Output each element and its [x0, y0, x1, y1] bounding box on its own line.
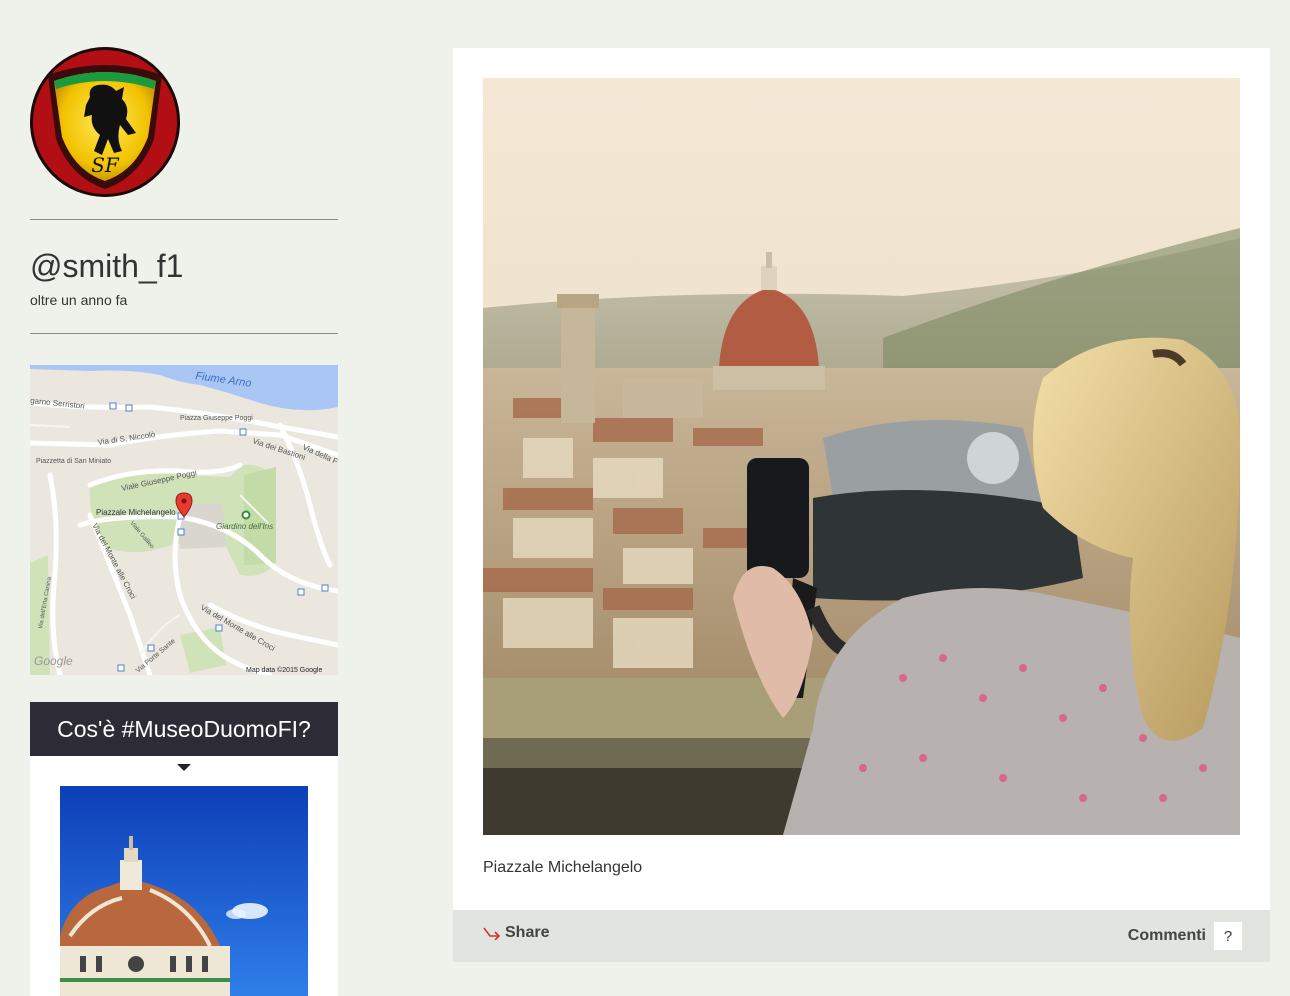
map-label: Piazzetta di San Miniato [36, 458, 111, 465]
duomo-dome-photo [60, 786, 308, 996]
share-button[interactable]: Share [483, 924, 549, 942]
sidebar: SF @smith_f1 oltre un anno fa Fiume Arno… [30, 47, 338, 996]
triangle-down-icon [177, 764, 191, 771]
promo-title[interactable]: Cos'è #MuseoDuomoFI? [30, 702, 338, 756]
post-photo[interactable] [483, 78, 1240, 835]
map-label: Piazzale Michelangelo [96, 508, 176, 517]
map-canvas: Fiume Arno garno Serristori Piazza Giuse… [30, 365, 338, 675]
svg-text:SF: SF [91, 153, 120, 177]
florence-view-photo [483, 78, 1240, 835]
post-caption: Piazzale Michelangelo [483, 859, 643, 876]
divider [30, 219, 338, 220]
post-footer: Share Commenti ? [453, 910, 1270, 962]
map-label: Google [34, 654, 73, 668]
divider [30, 333, 338, 334]
location-map[interactable]: Fiume Arno garno Serristori Piazza Giuse… [30, 365, 338, 675]
post-card: Piazzale Michelangelo Share Commenti ? [453, 48, 1270, 962]
ferrari-shield-icon: SF [30, 47, 180, 197]
comments-count: ? [1214, 922, 1242, 950]
username[interactable]: @smith_f1 [30, 250, 183, 282]
map-label: Piazza Giuseppe Poggi [180, 415, 253, 422]
comments-label: Commenti [1127, 927, 1206, 944]
map-attribution: Map data ©2015 Google [246, 666, 322, 674]
avatar[interactable]: SF [30, 47, 180, 197]
share-arrow-icon [483, 927, 501, 940]
comments-button[interactable]: Commenti ? [1128, 922, 1242, 950]
post-time: oltre un anno fa [30, 292, 128, 308]
promo-card[interactable] [30, 756, 338, 996]
promo-image[interactable] [60, 786, 308, 996]
share-label: Share [505, 924, 550, 941]
map-label: Giardino dell'Iris [216, 522, 273, 531]
